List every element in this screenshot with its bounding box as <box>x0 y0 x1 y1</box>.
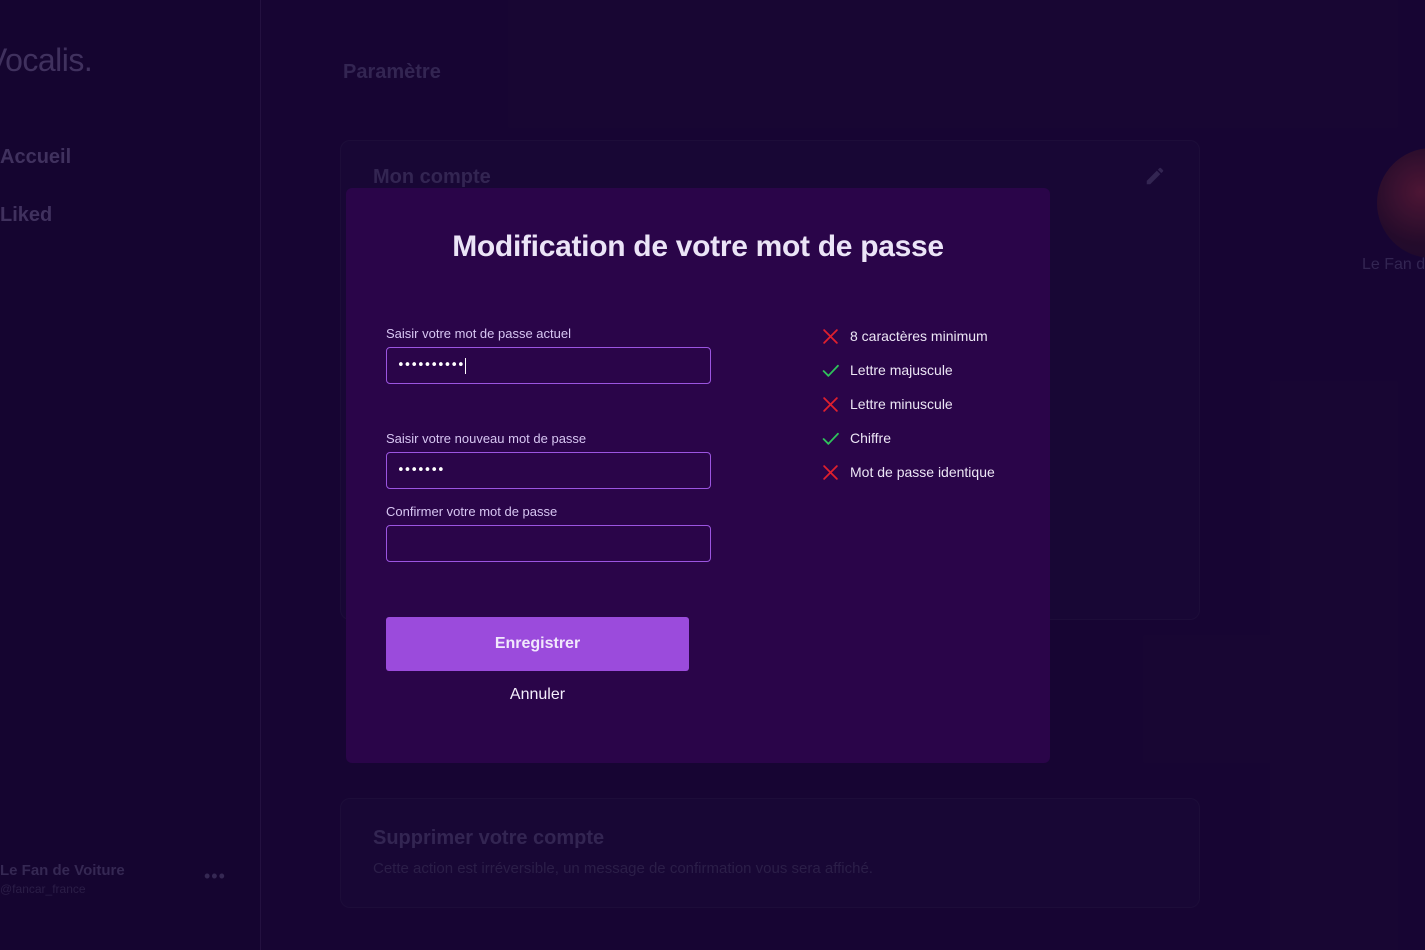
current-password-label: Saisir votre mot de passe actuel <box>386 326 571 341</box>
check-icon <box>822 432 839 445</box>
new-password-label: Saisir votre nouveau mot de passe <box>386 431 587 446</box>
confirm-password-field[interactable] <box>386 525 711 562</box>
text-caret <box>464 357 466 374</box>
new-password-field[interactable]: ••••••• <box>386 452 711 489</box>
rule-label: 8 caractères minimum <box>850 328 988 344</box>
confirm-password-label: Confirmer votre mot de passe <box>386 504 558 519</box>
new-password-value: ••••••• <box>397 463 445 478</box>
rule-label: Chiffre <box>850 430 891 446</box>
check-icon <box>822 364 839 377</box>
app: Vocalis. Accueil Liked Le Fan de Voiture… <box>0 0 1425 950</box>
rule-label: Lettre majuscule <box>850 362 953 378</box>
rule-label: Lettre minuscule <box>850 396 953 412</box>
modal-title: Modification de votre mot de passe <box>452 230 944 263</box>
cross-icon <box>823 465 838 480</box>
current-password-value: •••••••••• <box>397 358 465 373</box>
change-password-modal: Modification de votre mot de passe Saisi… <box>346 188 1050 763</box>
cross-icon <box>823 329 838 344</box>
save-button[interactable]: Enregistrer <box>386 617 689 671</box>
cancel-button[interactable]: Annuler <box>386 686 689 704</box>
current-password-field[interactable]: •••••••••• <box>386 347 711 384</box>
cross-icon <box>823 397 838 412</box>
rule-label: Mot de passe identique <box>850 464 995 480</box>
